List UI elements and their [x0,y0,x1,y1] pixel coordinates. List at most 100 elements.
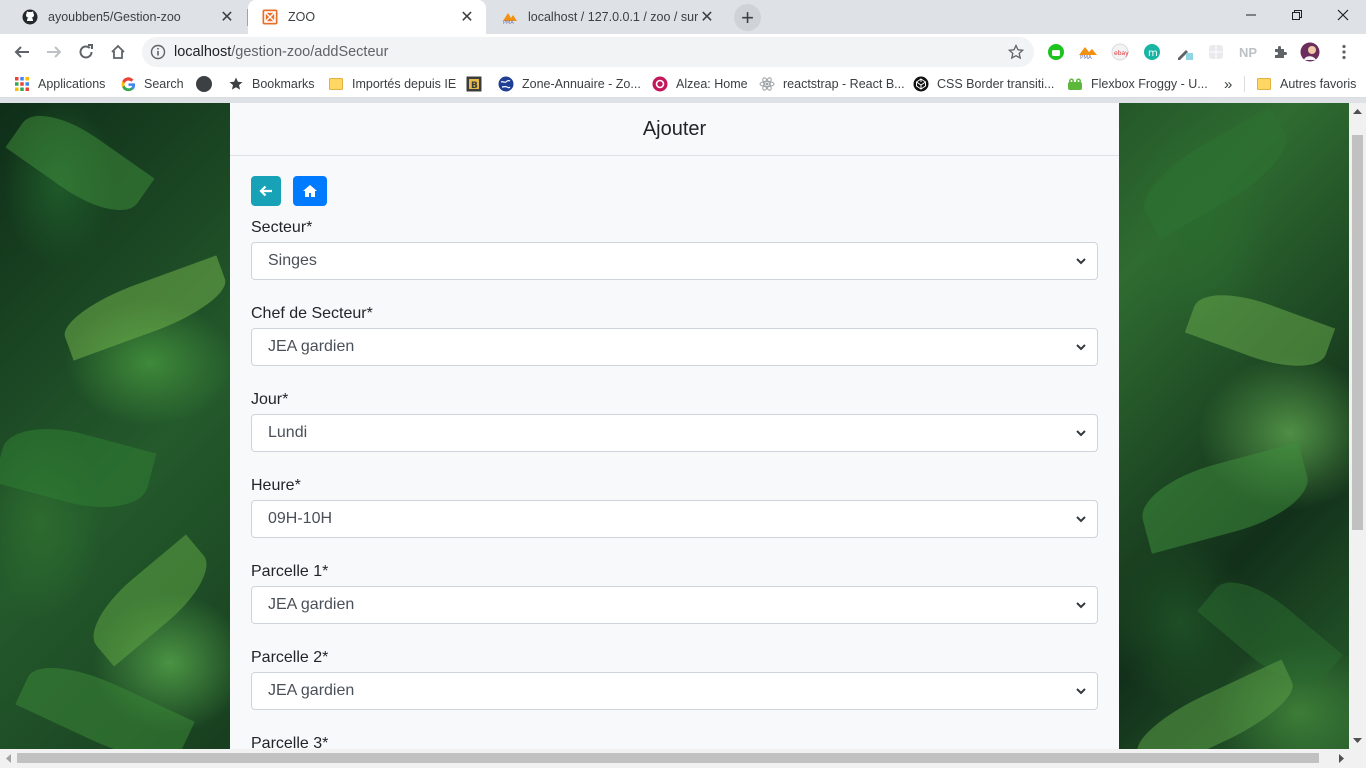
puzzle-icon[interactable] [1270,42,1290,62]
field-parcelle-3: Parcelle 3* [251,732,1098,749]
menu-icon[interactable] [1334,42,1354,62]
secteur-select[interactable]: Singes [251,242,1098,280]
close-window-icon[interactable] [1320,0,1366,30]
field-label: Jour* [251,391,289,408]
page-title: Ajouter [230,103,1119,156]
home-button[interactable] [293,176,327,206]
tab-phpmyadmin[interactable]: PMA localhost / 127.0.0.1 / zoo / surve … [488,0,726,34]
tab-title: ayoubben5/Gestion-zoo [48,10,181,24]
svg-text:PMA: PMA [1080,55,1092,60]
scrollbar-thumb[interactable] [1352,135,1363,530]
jour-select[interactable]: Lundi [251,414,1098,452]
scroll-down-icon[interactable] [1353,738,1362,744]
bookmark-dark-circle[interactable] [196,76,220,92]
tab-zoo[interactable]: ZOO ✕ [248,0,486,34]
bookmark-css-border[interactable]: CSS Border transiti... [913,76,1054,92]
restore-icon[interactable] [1274,0,1320,30]
svg-text:ebay: ebay [1114,50,1129,57]
react-icon [759,76,775,92]
field-parcelle-1: Parcelle 1* JEA gardien [251,560,1098,624]
leaf-decoration [1127,659,1303,749]
chevron-down-icon [1076,516,1086,523]
more-bookmarks-chevron-icon[interactable]: » [1224,76,1232,93]
scrollbar-thumb[interactable] [17,753,1319,763]
reload-icon[interactable] [72,38,100,66]
vertical-scrollbar[interactable] [1349,103,1366,749]
field-label: Secteur* [251,219,313,236]
bookmark-bookmarks[interactable]: Bookmarks [228,76,315,92]
back-icon[interactable] [8,38,36,66]
back-button[interactable] [251,176,281,206]
field-parcelle-2: Parcelle 2* JEA gardien [251,646,1098,710]
forward-icon[interactable] [40,38,68,66]
np-extension-icon[interactable]: NP [1238,42,1258,62]
chevron-down-icon [1076,344,1086,351]
parcelle-1-select[interactable]: JEA gardien [251,586,1098,624]
dark-circle-icon [196,76,212,92]
bookmark-separator [1244,76,1245,92]
leaf-decoration [78,534,222,667]
select-value: JEA gardien [268,338,355,355]
svg-text:m: m [1148,48,1158,59]
bookmark-label: Autres favoris [1280,77,1357,91]
bookmark-applications[interactable]: Applications [14,76,105,92]
codepen-icon [913,76,929,92]
browser-toolbar: localhost/gestion-zoo/addSecteur PMA eba… [0,34,1366,70]
tab-strip: ayoubben5/Gestion-zoo ✕ ZOO ✕ PMA localh… [0,0,1366,34]
parcelle-2-select[interactable]: JEA gardien [251,672,1098,710]
arrow-left-icon [259,185,272,197]
profile-avatar-icon[interactable] [1300,42,1320,62]
new-tab-button[interactable]: + [734,4,761,31]
select-value: Singes [268,252,317,269]
select-value: JEA gardien [268,682,355,699]
folder-icon [328,76,344,92]
bookmark-folder-ie[interactable]: Importés depuis IE [328,76,456,92]
home-icon[interactable] [104,38,132,66]
zoo-icon [262,9,278,25]
bookmark-b[interactable]: B [466,76,490,92]
field-label: Parcelle 3* [251,735,329,749]
url-text[interactable]: localhost/gestion-zoo/addSecteur [174,44,1004,60]
grid-extension-icon[interactable] [1206,42,1226,62]
m-extension-icon[interactable]: m [1142,42,1162,62]
bookmark-label: Bookmarks [252,77,315,91]
bookmark-label: Flexbox Froggy - U... [1091,77,1208,91]
scroll-up-icon[interactable] [1353,108,1362,114]
tab-github[interactable]: ayoubben5/Gestion-zoo ✕ [8,0,246,34]
heure-select[interactable]: 09H-10H [251,500,1098,538]
select-value: 09H-10H [268,510,333,527]
phpmyadmin-extension-icon[interactable]: PMA [1078,42,1098,62]
horizontal-scrollbar[interactable] [0,749,1366,768]
scroll-left-icon[interactable] [5,754,11,763]
bookmark-search[interactable]: Search [120,76,184,92]
apps-grid-icon [14,76,30,92]
field-jour: Jour* Lundi [251,388,1098,452]
phpmyadmin-icon: PMA [502,9,518,25]
info-icon[interactable] [150,44,166,60]
minimize-icon[interactable] [1228,0,1274,30]
page-viewport: Ajouter Secteur* Singes Chef de Secteur*… [0,103,1349,749]
bookmark-autres-favoris[interactable]: Autres favoris [1256,76,1356,92]
scroll-right-icon[interactable] [1339,754,1345,763]
close-icon[interactable]: ✕ [458,8,476,26]
bookmark-flexbox-froggy[interactable]: Flexbox Froggy - U... [1067,76,1208,92]
leaf-decoration [1184,280,1336,381]
chef-secteur-select[interactable]: JEA gardien [251,328,1098,366]
bookmark-alzea[interactable]: Alzea: Home [652,76,748,92]
bookmark-label: Alzea: Home [676,77,748,91]
field-label: Heure* [251,477,301,494]
ebay-extension-icon[interactable]: ebay [1110,42,1130,62]
leaf-decoration [5,103,155,228]
extension-green-icon[interactable] [1046,42,1066,62]
address-bar[interactable]: localhost/gestion-zoo/addSecteur [142,37,1034,67]
frog-icon [1067,76,1083,92]
star-icon [228,76,244,92]
bookmark-zone-annuaire[interactable]: Zone-Annuaire - Zo... [498,76,641,92]
eyedropper-extension-icon[interactable] [1174,42,1194,62]
field-secteur: Secteur* Singes [251,216,1098,280]
close-icon[interactable]: ✕ [698,8,716,26]
bookmark-reactstrap[interactable]: reactstrap - React B... [759,76,905,92]
close-icon[interactable]: ✕ [218,8,236,26]
bookmark-star-icon[interactable] [1004,40,1028,64]
chevron-down-icon [1076,688,1086,695]
